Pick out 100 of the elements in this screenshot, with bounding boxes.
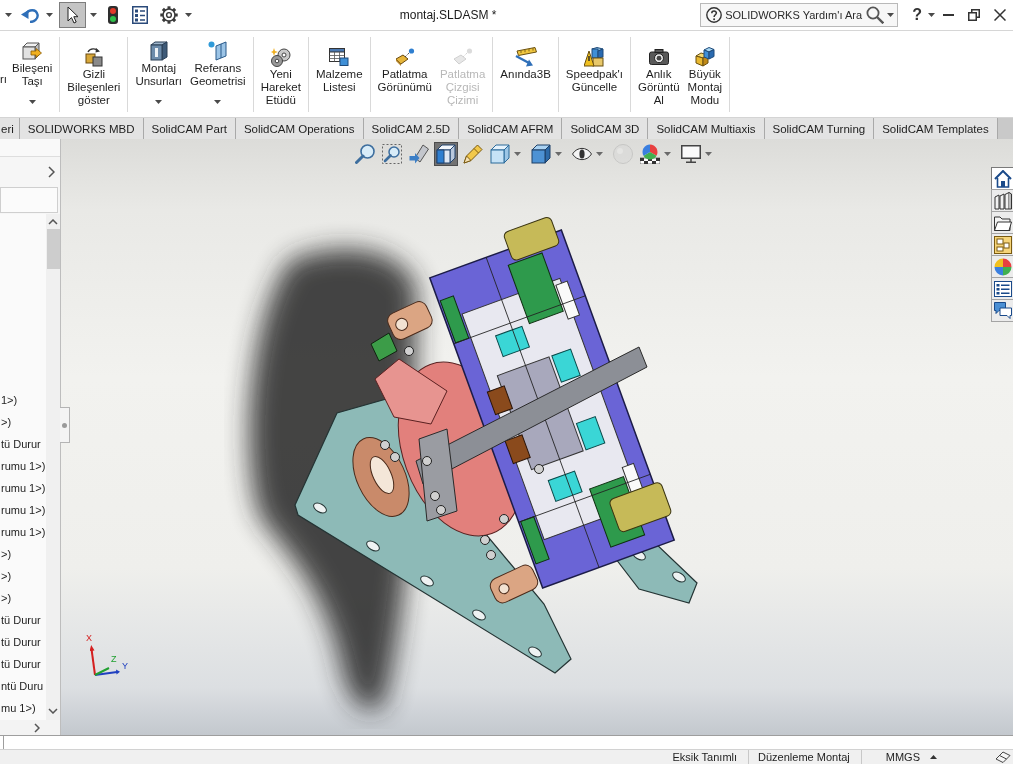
ribbon-button[interactable]: Anlık Görüntü Al xyxy=(634,37,684,112)
caret-icon xyxy=(887,13,895,17)
help-button[interactable]: ? xyxy=(910,5,924,25)
tree-item[interactable]: >) xyxy=(0,543,12,565)
ribbon-button[interactable]: Patlatma Görünümü xyxy=(373,37,436,112)
zoom-to-area-button[interactable] xyxy=(380,142,404,166)
tiles-icon xyxy=(993,235,1012,254)
ribbon-button[interactable]: Malzeme Listesi xyxy=(311,37,367,112)
tree-item[interactable]: 1>) xyxy=(0,389,18,411)
folder-icon xyxy=(993,214,1012,231)
ribbon-button[interactable]: Yeni Hareket Etüdü xyxy=(256,37,305,112)
tree-item[interactable]: tü Durur xyxy=(0,433,41,455)
units-dropdown[interactable]: MMGS xyxy=(861,750,945,764)
ribbon-button[interactable]: Anında3B xyxy=(496,37,555,112)
select-button[interactable] xyxy=(59,2,86,28)
task-pane-tab[interactable] xyxy=(991,211,1013,234)
restore-icon xyxy=(968,9,980,21)
gears-icon xyxy=(270,47,291,67)
status-text: Düzenleme Montaj xyxy=(749,750,862,764)
ribbon-button[interactable]: Referans Geometrisi xyxy=(186,37,250,112)
list-icon xyxy=(993,280,1012,297)
gear-icon xyxy=(160,6,178,24)
tree-item[interactable]: rumu 1>) xyxy=(0,455,46,477)
ribbon-tab[interactable]: SolidCAM AFRM xyxy=(459,118,563,139)
table-icon xyxy=(329,48,350,66)
help-search-field[interactable]: SOLIDWORKS Yardım'ı Ara xyxy=(725,7,864,23)
magnifier-icon xyxy=(355,144,375,164)
cubes-icon xyxy=(694,47,715,67)
ribbon-button[interactable]: Gizli Bileşenleri göster xyxy=(63,37,125,112)
tree-item[interactable]: ntü Duru xyxy=(0,675,44,697)
task-pane-tab[interactable] xyxy=(991,299,1013,322)
block-icon xyxy=(149,41,168,61)
ribbon-tab[interactable]: SOLIDWORKS MBD xyxy=(19,118,144,139)
zoom-to-fit-button[interactable] xyxy=(353,142,377,166)
task-pane-tab[interactable] xyxy=(991,189,1013,212)
search-icon[interactable] xyxy=(866,6,885,24)
ribbon-button[interactable]: Bileşeni Taşı xyxy=(8,37,57,112)
magnifier-box-icon xyxy=(382,144,402,164)
task-pane-tab[interactable] xyxy=(991,167,1013,190)
scrollbar-thumb[interactable] xyxy=(46,229,60,269)
home-icon xyxy=(993,169,1012,188)
cube-icon xyxy=(490,144,510,164)
ribbon-tab[interactable]: SolidCAM Multiaxis xyxy=(648,118,765,139)
panel-collapse-handle[interactable] xyxy=(60,407,70,443)
caret-icon xyxy=(5,13,12,17)
chevron-down-icon[interactable] xyxy=(48,708,58,714)
chevron-right-icon[interactable] xyxy=(48,166,55,178)
ribbon-button[interactable]: Büyük Montaj Modu xyxy=(683,37,727,112)
axis-triad-icon xyxy=(90,645,120,677)
chevron-up-icon[interactable] xyxy=(48,219,58,225)
ribbon-tab[interactable]: SolidCAM Templates xyxy=(874,118,998,139)
eye-icon xyxy=(572,147,592,161)
filter-field[interactable] xyxy=(0,187,58,213)
chat-bubbles-icon xyxy=(993,302,1012,319)
block-dot-icon xyxy=(452,48,473,66)
vertical-scrollbar[interactable] xyxy=(46,214,60,720)
ribbon-tab[interactable]: eri xyxy=(0,118,20,139)
tree-item[interactable]: tü Durur xyxy=(0,653,41,675)
previous-view-button[interactable] xyxy=(407,142,431,166)
ribbon-tab[interactable]: SolidCAM Turning xyxy=(764,118,875,139)
tree-item[interactable]: rumu 1>) xyxy=(0,499,46,521)
axis-label: Z xyxy=(111,654,117,664)
axis-label: Y xyxy=(122,661,128,671)
pencil-icon xyxy=(463,144,483,164)
undo-icon xyxy=(21,7,39,23)
color-ball-icon xyxy=(993,257,1012,276)
ribbon-tab[interactable]: SolidCAM 2.5D xyxy=(363,118,460,139)
tree-item[interactable]: tü Durur xyxy=(0,631,41,653)
tree-item[interactable]: mu 1>) xyxy=(0,697,36,719)
section-view-button[interactable] xyxy=(434,142,458,166)
ribbon-button[interactable]: Montaj Unsurları xyxy=(131,37,187,112)
ribbon-tab[interactable]: SolidCAM Part xyxy=(143,118,236,139)
ruler-arrow-icon xyxy=(514,47,537,67)
ribbon-button[interactable]: rı xyxy=(0,37,9,112)
tree-item[interactable]: rumu 1>) xyxy=(0,477,46,499)
plane-point-icon xyxy=(207,41,228,61)
caret-icon xyxy=(928,13,935,17)
ribbon-button[interactable]: Speedpak'ı Güncelle xyxy=(561,37,627,112)
help-search-box[interactable]: SOLIDWORKS Yardım'ı Ara xyxy=(700,3,899,27)
tree-item[interactable]: rumu 1>) xyxy=(0,521,46,543)
ribbon-tab[interactable]: SolidCAM Operations xyxy=(235,118,364,139)
tree-item[interactable]: >) xyxy=(0,587,12,609)
tree-item[interactable]: tü Durur xyxy=(0,609,41,631)
block-dot-icon xyxy=(394,48,415,66)
chevron-right-icon[interactable] xyxy=(34,722,40,733)
books-icon xyxy=(993,191,1012,210)
dot-icon xyxy=(62,422,67,428)
sphere-icon xyxy=(613,144,633,164)
tree-item[interactable]: >) xyxy=(0,565,12,587)
help-circle-icon xyxy=(706,7,723,23)
axis-label: X xyxy=(86,633,92,643)
task-pane-tab[interactable] xyxy=(991,277,1013,300)
camera-icon xyxy=(648,49,669,65)
ribbon-tab[interactable]: SolidCAM 3D xyxy=(562,118,649,139)
task-pane-tab[interactable] xyxy=(991,233,1013,256)
blocks-curved-arrow-icon xyxy=(83,47,104,67)
tree-item[interactable]: >) xyxy=(0,411,12,433)
list-icon xyxy=(132,6,148,24)
box-arrow-icon xyxy=(22,42,43,60)
scene-ball-icon xyxy=(640,144,660,164)
